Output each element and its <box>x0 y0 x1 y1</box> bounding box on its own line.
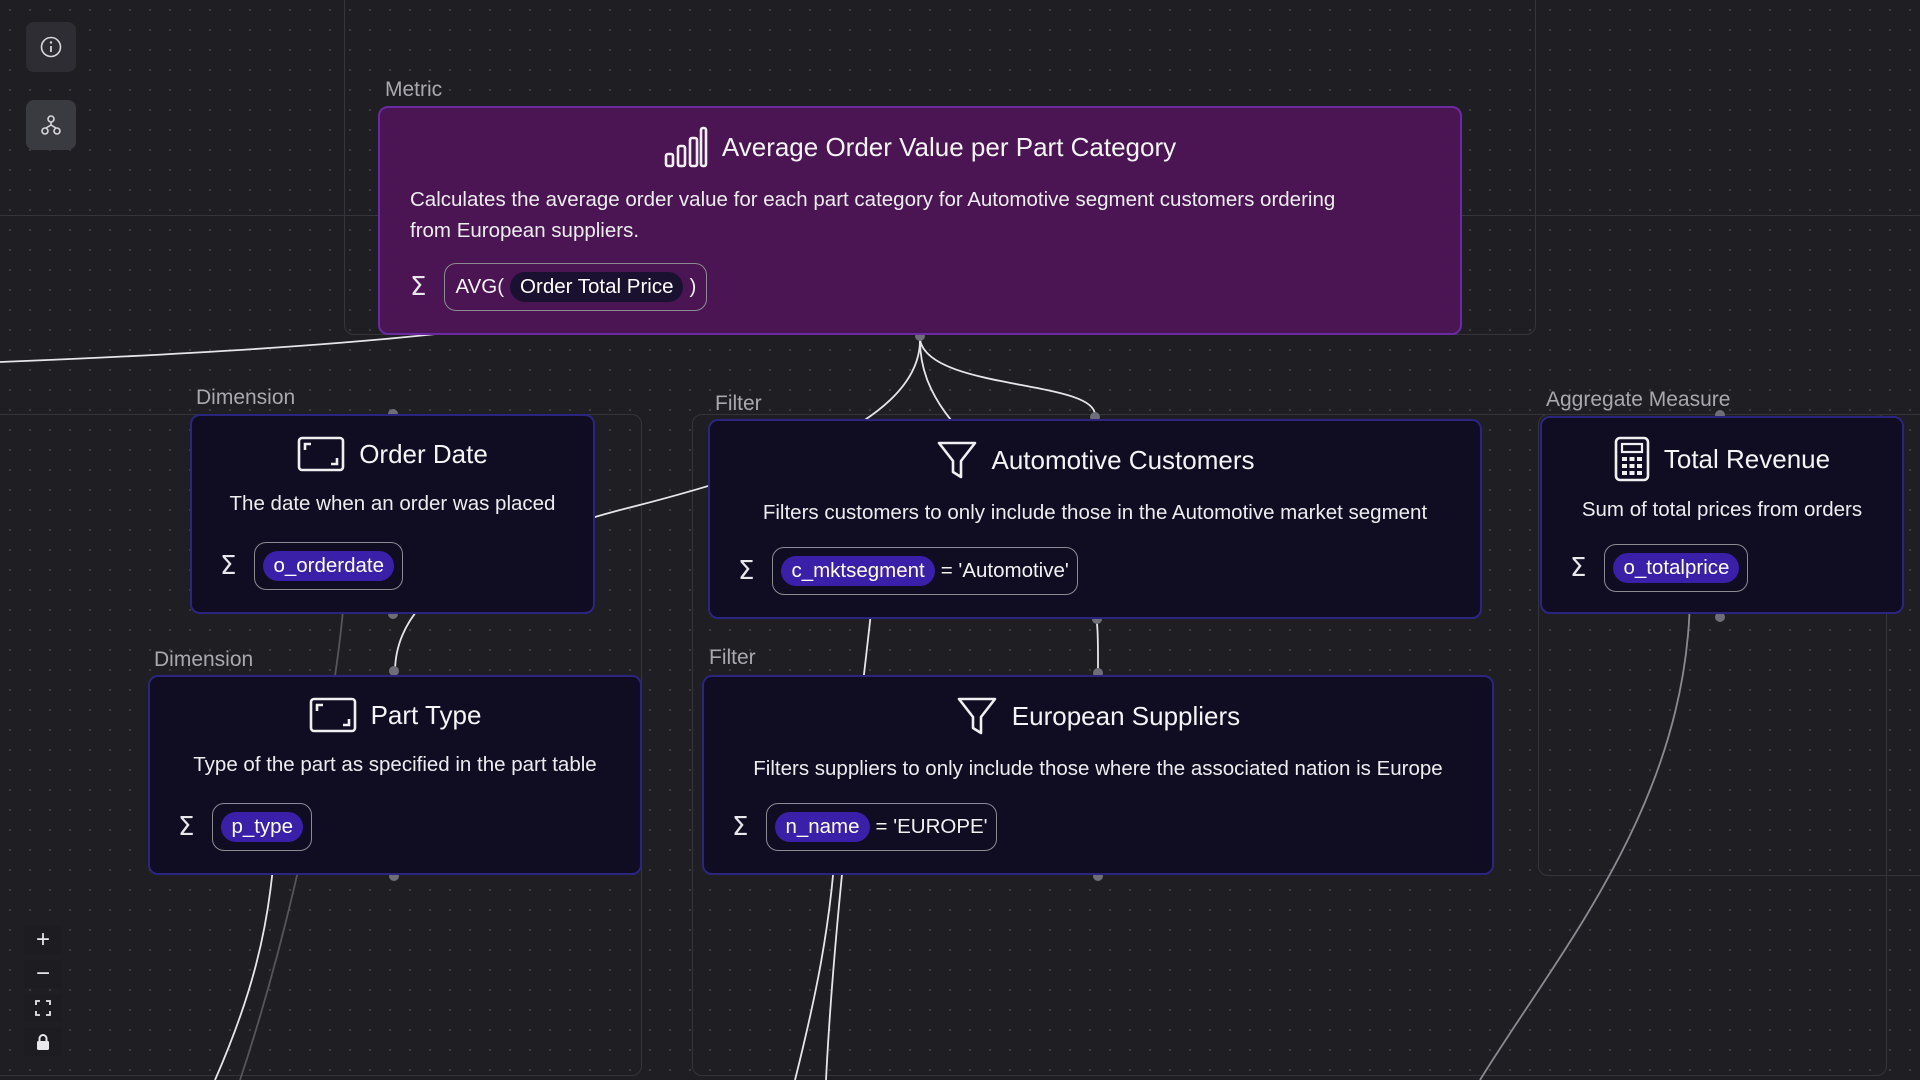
sigma-icon: Σ <box>410 272 427 302</box>
metric-node[interactable]: Average Order Value per Part Category Ca… <box>378 106 1462 335</box>
order-date-expression: Σ o_orderdate <box>220 542 403 590</box>
european-header: European Suppliers <box>704 695 1492 737</box>
metric-title: Average Order Value per Part Category <box>721 131 1177 162</box>
part-type-type-label: Dimension <box>154 648 254 671</box>
revenue-expression: Σ o_totalprice <box>1570 544 1749 592</box>
metric-description: Calculates the average order value for e… <box>380 184 1460 246</box>
part-type-title: Part Type <box>370 699 482 730</box>
sigma-icon: Σ <box>178 812 195 842</box>
automotive-description: Filters customers to only include those … <box>762 501 1428 524</box>
sigma-icon: Σ <box>738 556 755 586</box>
zoom-out-button[interactable]: − <box>24 960 62 988</box>
metric-type-label: Metric <box>385 78 443 101</box>
order-date-header: Order Date <box>192 436 593 472</box>
european-condition: = 'EUROPE' <box>875 815 988 838</box>
metric-expression: Σ AVG( Order Total Price ) <box>410 263 708 311</box>
fit-view-icon <box>35 1000 51 1016</box>
revenue-header: Total Revenue <box>1542 436 1902 482</box>
automotive-expression-box[interactable]: c_mktsegment = 'Automotive' <box>772 547 1078 595</box>
order-date-field-pill[interactable]: o_orderdate <box>263 551 394 581</box>
automotive-type-label: Filter <box>715 392 762 415</box>
info-button[interactable] <box>26 22 76 72</box>
automotive-expression: Σ c_mktsegment = 'Automotive' <box>738 547 1078 595</box>
zoom-in-button[interactable]: + <box>24 926 62 954</box>
part-type-expression: Σ p_type <box>178 803 312 851</box>
automotive-node[interactable]: Automotive Customers Filters customers t… <box>708 419 1482 619</box>
metric-description-line2: from European suppliers. <box>410 219 640 242</box>
filter-icon <box>937 441 976 479</box>
info-icon <box>40 36 62 58</box>
european-expression: Σ n_name = 'EUROPE' <box>732 803 997 851</box>
func-close: ) <box>689 275 697 298</box>
part-type-field-pill[interactable]: p_type <box>221 812 303 842</box>
part-type-expression-box[interactable]: p_type <box>212 803 312 851</box>
hierarchy-icon <box>41 115 61 135</box>
lock-button[interactable] <box>24 1028 62 1056</box>
metric-field-pill[interactable]: Order Total Price <box>510 272 684 302</box>
metric-header: Average Order Value per Part Category <box>380 126 1460 168</box>
revenue-field-pill[interactable]: o_totalprice <box>1613 553 1740 583</box>
part-type-description: Type of the part as specified in the par… <box>193 753 597 776</box>
revenue-type-label: Aggregate Measure <box>1546 388 1731 411</box>
european-title: European Suppliers <box>1011 700 1241 731</box>
calculator-icon <box>1614 436 1650 482</box>
layout-button[interactable] <box>26 100 76 150</box>
european-expression-box[interactable]: n_name = 'EUROPE' <box>766 803 997 851</box>
metric-expression-box[interactable]: AVG( Order Total Price ) <box>444 263 708 311</box>
european-type-label: Filter <box>709 646 756 669</box>
european-field-pill[interactable]: n_name <box>775 812 870 842</box>
part-type-header: Part Type <box>150 697 640 733</box>
order-date-expression-box[interactable]: o_orderdate <box>254 542 403 590</box>
order-date-description: The date when an order was placed <box>229 492 556 515</box>
revenue-expression-box[interactable]: o_totalprice <box>1604 544 1749 592</box>
lock-icon <box>37 1034 49 1050</box>
edge-metric-to-automotive <box>919 339 1096 416</box>
revenue-title: Total Revenue <box>1663 443 1831 474</box>
order-date-title: Order Date <box>359 438 488 469</box>
revenue-description: Sum of total prices from orders <box>1581 498 1863 521</box>
dimension-icon <box>297 436 345 472</box>
order-date-type-label: Dimension <box>196 386 296 409</box>
order-date-node[interactable]: Order Date The date when an order was pl… <box>190 414 595 614</box>
bar-chart-icon <box>664 126 708 168</box>
filter-icon <box>957 697 997 735</box>
fit-view-button[interactable] <box>24 994 62 1022</box>
automotive-header: Automotive Customers <box>710 439 1480 481</box>
european-description: Filters suppliers to only include those … <box>753 757 1443 780</box>
func-open: AVG( <box>455 275 505 298</box>
sigma-icon: Σ <box>732 812 749 842</box>
sigma-icon: Σ <box>220 551 237 581</box>
automotive-condition: = 'Automotive' <box>940 559 1069 582</box>
revenue-node[interactable]: Total Revenue Sum of total prices from o… <box>1540 416 1904 614</box>
automotive-title: Automotive Customers <box>991 444 1255 475</box>
dimension-icon <box>309 697 356 733</box>
automotive-field-pill[interactable]: c_mktsegment <box>781 556 935 586</box>
sigma-icon: Σ <box>1570 553 1587 583</box>
metric-description-line1: Calculates the average order value for e… <box>410 188 1336 211</box>
european-node[interactable]: European Suppliers Filters suppliers to … <box>702 675 1494 875</box>
part-type-node[interactable]: Part Type Type of the part as specified … <box>148 675 642 875</box>
